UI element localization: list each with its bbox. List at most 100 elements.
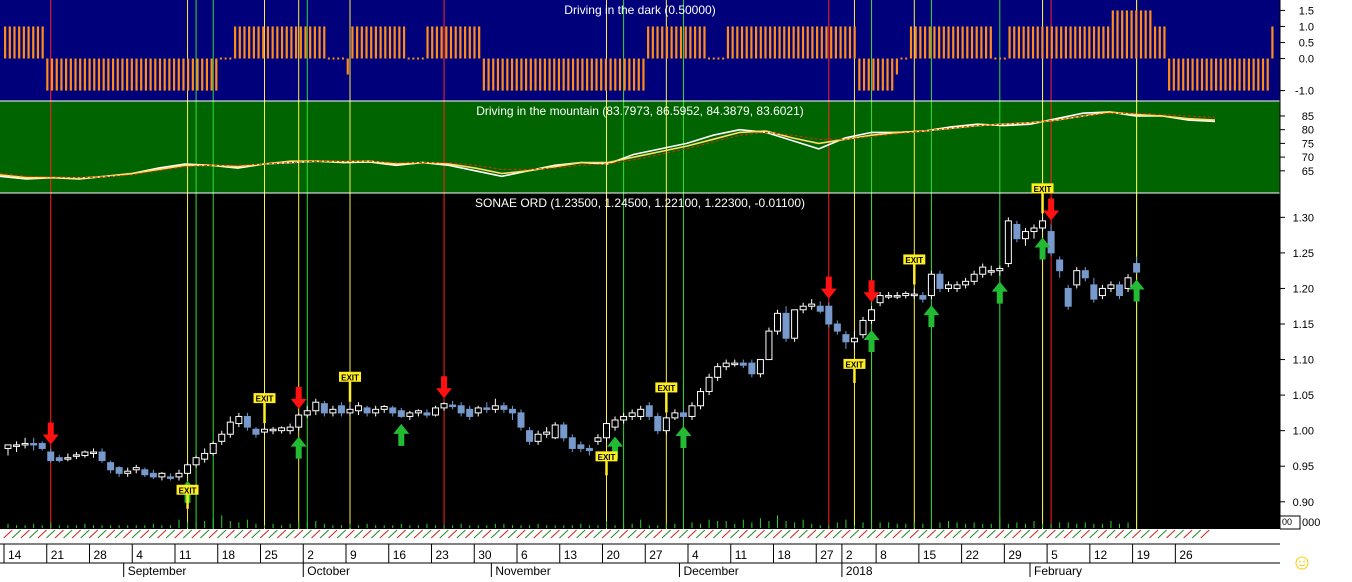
- x-axis-background: [0, 529, 1280, 577]
- day-tick-label: 11: [735, 548, 748, 562]
- dark-bar: [923, 26, 927, 59]
- dark-bar: [1064, 26, 1067, 59]
- dark-bar: [346, 58, 349, 75]
- dark-bar: [736, 26, 739, 59]
- dark-bar: [60, 58, 63, 91]
- dark-bar: [909, 26, 913, 59]
- candle-body: [799, 305, 807, 311]
- dark-bar: [1233, 58, 1236, 91]
- candle-body: [380, 405, 388, 410]
- dark-y-tick-label: 0.5: [1299, 37, 1314, 49]
- candle-body: [243, 415, 251, 428]
- dark-bar: [290, 26, 293, 59]
- dark-bar: [600, 58, 603, 91]
- dark-bar: [177, 58, 180, 91]
- dark-bar: [13, 26, 16, 59]
- dark-bar: [318, 26, 321, 59]
- dark-bar: [609, 58, 612, 91]
- dark-dot: [219, 57, 222, 60]
- day-tick-label: 14: [8, 548, 22, 562]
- candle-body: [38, 442, 46, 449]
- dark-bar: [295, 26, 298, 59]
- day-tick-label: 23: [436, 548, 450, 562]
- dark-bar: [881, 58, 884, 91]
- dark-bar: [496, 58, 500, 91]
- day-tick-label: 28: [94, 548, 108, 562]
- candle-body: [312, 401, 320, 412]
- dark-dot: [722, 57, 725, 60]
- dark-bar: [69, 58, 72, 91]
- candle-body: [406, 412, 414, 417]
- dark-bar: [280, 26, 284, 59]
- price-y-tick-label: 1.20: [1293, 283, 1314, 295]
- candle-body: [1098, 287, 1106, 297]
- dark-bar: [1069, 26, 1072, 59]
- candle-body: [372, 408, 380, 414]
- candle-body: [30, 442, 38, 446]
- candle-body: [466, 408, 474, 417]
- candle-body: [1081, 270, 1089, 279]
- day-tick-label: 22: [966, 548, 980, 562]
- dark-bar: [553, 58, 556, 91]
- candle-body: [611, 419, 619, 428]
- dark-bar: [1107, 26, 1110, 59]
- dark-bar: [1168, 58, 1171, 91]
- dark-bar: [637, 58, 640, 91]
- dark-bar: [562, 58, 565, 91]
- dark-bar: [130, 58, 133, 91]
- day-tick-label: 19: [1137, 548, 1151, 562]
- dark-bar: [557, 58, 561, 91]
- dark-bar: [238, 26, 241, 59]
- day-tick-label: 2: [846, 548, 853, 562]
- y-axis-background: [1280, 0, 1352, 529]
- dark-bar: [825, 26, 828, 59]
- candle-body: [543, 431, 551, 435]
- candle-body: [491, 405, 499, 410]
- dark-bar: [525, 58, 528, 91]
- dark-bar: [27, 26, 30, 59]
- dark-bar: [65, 58, 68, 91]
- dark-bar: [41, 26, 44, 59]
- exit-label: EXIT: [1034, 185, 1052, 194]
- exit-label: EXIT: [598, 453, 616, 462]
- candle-body: [158, 472, 166, 478]
- dark-bar: [731, 26, 734, 59]
- candle-body: [337, 405, 345, 414]
- dark-bar: [656, 26, 659, 59]
- dark-bar: [18, 26, 21, 59]
- dark-bar: [1229, 58, 1232, 91]
- dark-bar: [703, 26, 706, 59]
- x-axis: 14 21 28 4 11 18 25 2 9 16 23 30 6 13 20 27 4 11 18 27 2 8 15 2…: [0, 529, 1280, 578]
- dark-bar: [1121, 10, 1124, 59]
- candle-body: [722, 362, 730, 368]
- day-tick-label: 5: [1051, 548, 1058, 562]
- dark-bar: [675, 26, 678, 59]
- candle-body: [295, 414, 303, 428]
- dark-bar: [693, 26, 697, 59]
- dark-bar: [1172, 58, 1175, 91]
- dark-bar: [154, 58, 157, 91]
- candle-body: [705, 376, 713, 393]
- candle-body: [81, 451, 89, 457]
- dark-bar: [510, 58, 514, 91]
- candle-body: [115, 467, 123, 474]
- candle-body: [859, 319, 867, 336]
- dark-bar: [670, 26, 673, 59]
- dark-bar: [478, 26, 481, 59]
- candle-body: [808, 303, 816, 307]
- candle-body: [1124, 277, 1132, 289]
- dark-bar: [679, 26, 683, 59]
- candle-body: [457, 405, 465, 414]
- dark-bar: [1252, 58, 1255, 91]
- candle-body: [654, 415, 662, 432]
- dark-bar: [877, 58, 880, 91]
- month-label: November: [495, 564, 550, 577]
- candle-body: [1133, 263, 1141, 273]
- dark-bar: [370, 26, 373, 59]
- dark-dot: [341, 57, 344, 60]
- candle-body: [149, 472, 157, 478]
- dark-bar: [22, 26, 25, 59]
- price-panel-background: [0, 193, 1280, 529]
- dark-bar: [651, 26, 654, 59]
- dark-bar: [97, 58, 101, 91]
